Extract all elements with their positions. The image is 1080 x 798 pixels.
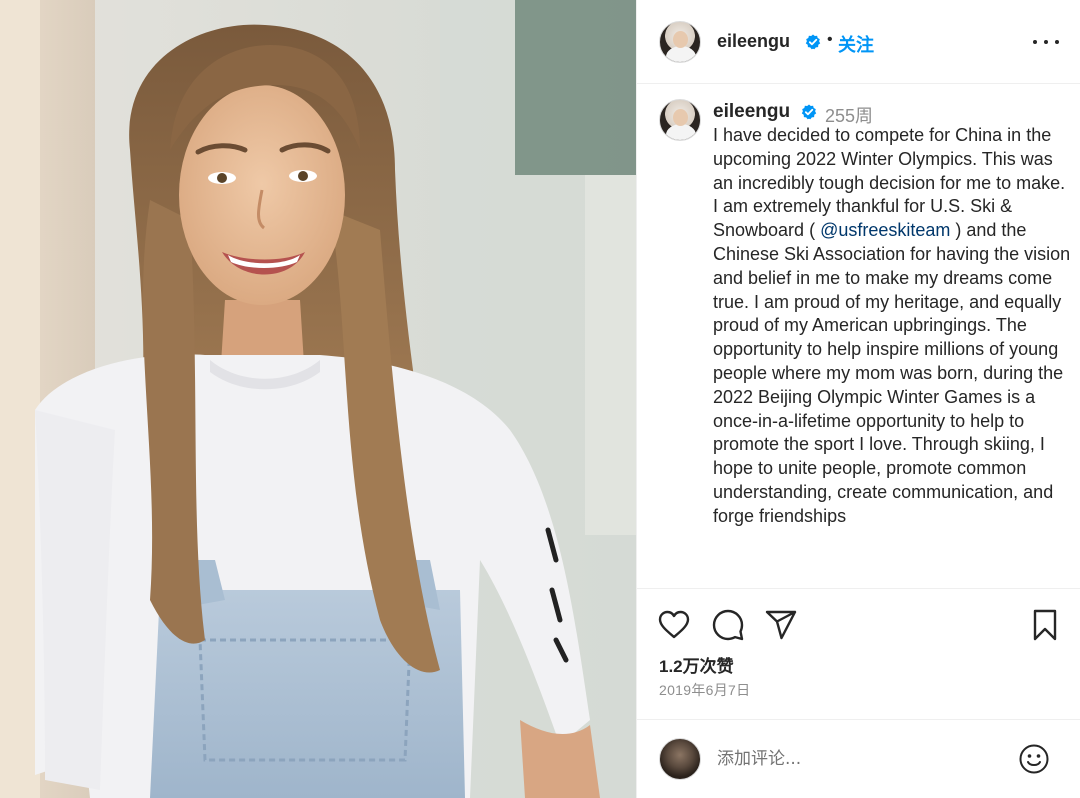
comment-bar <box>637 719 1080 798</box>
post-details-panel: eileengu • 关注 eileengu 255周 I have decid… <box>636 0 1080 798</box>
post-actions: 1.2万次赞 2019年6月7日 <box>637 588 1080 798</box>
post-photo-illustration <box>0 0 636 798</box>
post-date: 2019年6月7日 <box>659 682 751 698</box>
caption-text: I have decided to compete for China in t… <box>713 124 1073 529</box>
current-user-avatar <box>659 738 701 780</box>
bookmark-icon[interactable] <box>1028 608 1062 642</box>
caption-username[interactable]: eileengu <box>713 101 790 123</box>
profile-avatar[interactable] <box>659 21 701 63</box>
emoji-icon[interactable] <box>1018 743 1050 775</box>
mention-link[interactable]: @usfreeskiteam <box>820 220 950 240</box>
separator-dot: • <box>827 31 833 48</box>
username-link[interactable]: eileengu <box>717 31 790 52</box>
heart-icon[interactable] <box>657 608 691 642</box>
post-caption: eileengu 255周 I have decided to compete … <box>637 85 1080 588</box>
caption-text-part-2: ) and the Chinese Ski Association for ha… <box>713 220 1071 526</box>
comment-input[interactable] <box>717 744 1007 774</box>
caption-avatar[interactable] <box>659 99 701 141</box>
follow-button[interactable]: 关注 <box>838 31 874 57</box>
caption-header: eileengu 255周 <box>713 101 1063 126</box>
verified-badge-icon <box>805 34 821 50</box>
comment-bubble-icon[interactable] <box>711 608 745 642</box>
post-photo[interactable] <box>0 0 636 798</box>
post-header: eileengu • 关注 <box>637 0 1080 84</box>
more-options-icon[interactable] <box>1032 28 1060 56</box>
paper-plane-icon[interactable] <box>764 608 798 642</box>
verified-badge-icon <box>801 104 817 120</box>
like-count[interactable]: 1.2万次赞 <box>659 652 734 677</box>
